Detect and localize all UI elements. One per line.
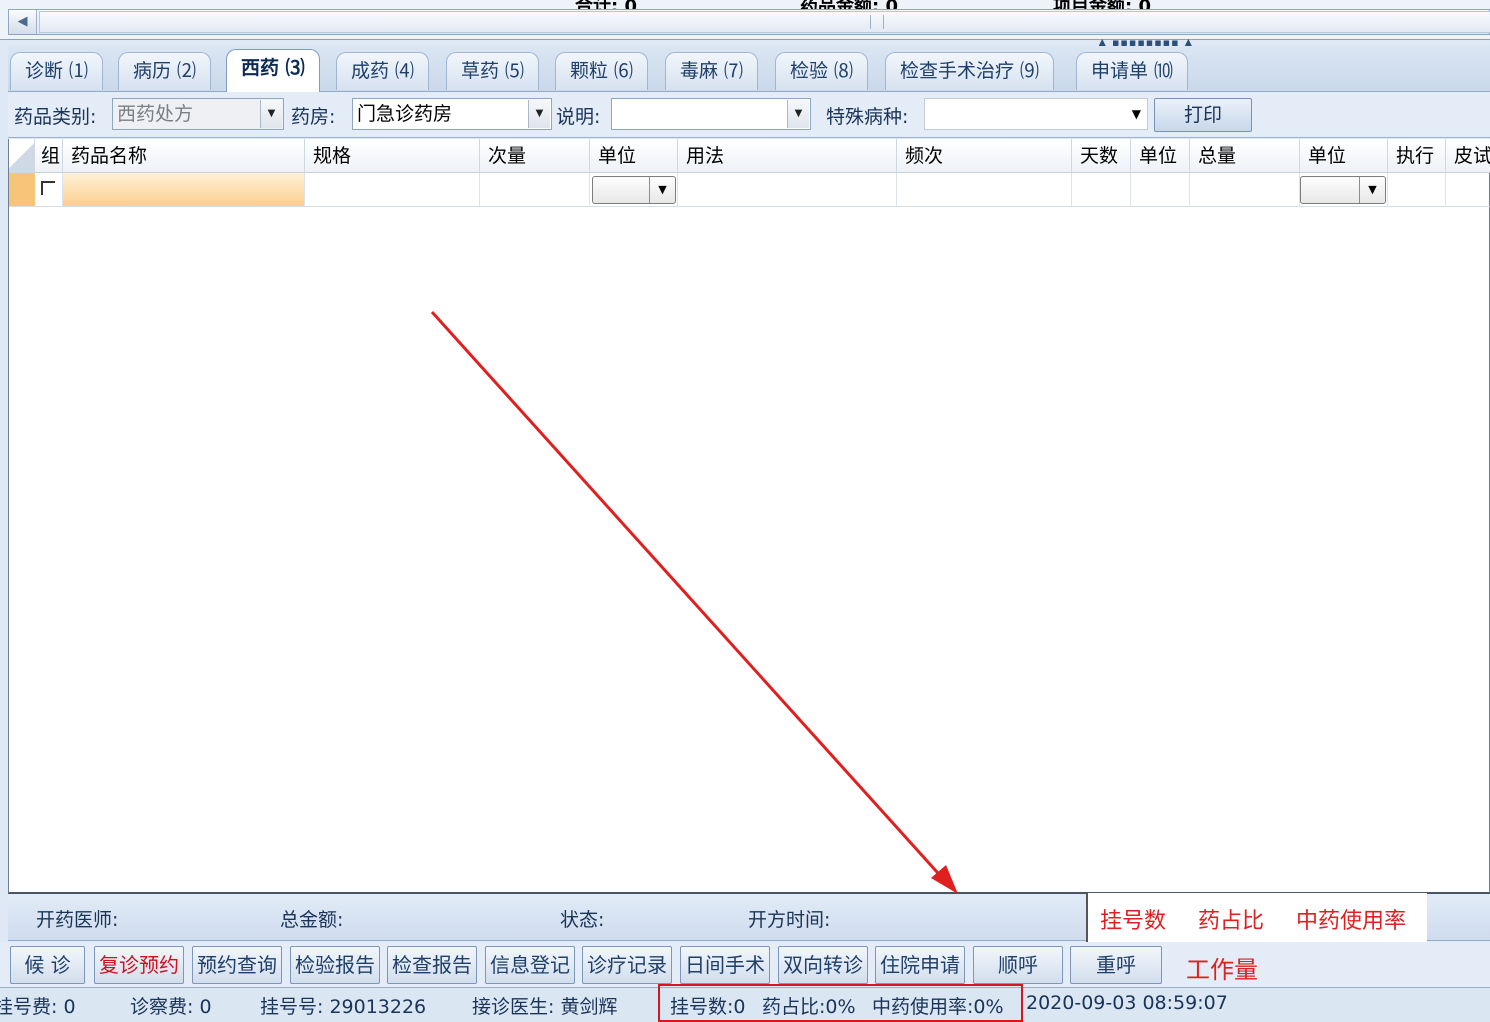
doctor-label: 开药医师: xyxy=(36,909,119,931)
col-unit-2[interactable]: 单位 xyxy=(1131,139,1190,173)
spec-cell[interactable] xyxy=(305,173,480,206)
recall-button[interactable]: 重呼 xyxy=(1070,946,1162,984)
day-surgery-button[interactable]: 日间手术 xyxy=(680,946,770,984)
scrollbar-thumb[interactable] xyxy=(39,11,1490,33)
status-reg-no: 挂号号: 29013226 xyxy=(260,996,427,1018)
status-exam-fee: 诊察费: 0 xyxy=(130,996,212,1018)
chevron-down-icon[interactable]: ▼ xyxy=(649,177,675,203)
col-execute[interactable]: 执行 xyxy=(1388,139,1446,173)
chevron-down-icon[interactable]: ▼ xyxy=(528,100,550,128)
treatment-record-button[interactable]: 诊疗记录 xyxy=(582,946,672,984)
horizontal-scrollbar[interactable]: ◀ xyxy=(8,9,1490,35)
tab-patent-medicine[interactable]: 成药 ⑷ xyxy=(336,52,430,90)
tab-medical-record[interactable]: 病历 ⑵ xyxy=(118,52,212,90)
pharmacy-select[interactable]: 门急诊药房 ▼ xyxy=(352,98,552,130)
appointment-query-button[interactable]: 预约查询 xyxy=(192,946,282,984)
total-cell[interactable] xyxy=(1190,173,1300,206)
waiting-button[interactable]: 候 诊 xyxy=(10,946,85,984)
annotation-tcm-rate: 中药使用率 xyxy=(1296,909,1407,934)
unit-2-cell[interactable] xyxy=(1131,173,1190,206)
annotation-note-box: 挂号数 药占比 中药使用率 xyxy=(1086,893,1427,943)
row-indicator xyxy=(9,173,35,206)
special-disease-select[interactable]: ▼ xyxy=(924,98,1148,130)
group-checkbox[interactable] xyxy=(35,173,63,206)
tab-lab-test[interactable]: 检验 ⑻ xyxy=(775,52,869,90)
prescribe-time-label: 开方时间: xyxy=(748,909,831,931)
col-total[interactable]: 总量 xyxy=(1190,139,1300,173)
table-row[interactable]: ▼ ▼ xyxy=(9,173,1490,207)
chevron-down-icon[interactable]: ▼ xyxy=(1132,99,1141,129)
lab-report-button[interactable]: 检验报告 xyxy=(290,946,380,984)
annotation-reg-count: 挂号数 xyxy=(1100,909,1167,934)
chevron-down-icon[interactable]: ▼ xyxy=(787,100,809,128)
tab-granules[interactable]: 颗粒 ⑹ xyxy=(555,52,649,90)
days-cell[interactable] xyxy=(1072,173,1131,206)
follow-up-appointment-button[interactable]: 复诊预约 xyxy=(94,946,184,984)
pharmacy-value: 门急诊药房 xyxy=(357,103,453,125)
unit-3-select[interactable]: ▼ xyxy=(1300,176,1386,204)
col-drug-name[interactable]: 药品名称 xyxy=(63,139,305,173)
print-button[interactable]: 打印 xyxy=(1154,98,1252,132)
unit-3-cell[interactable]: ▼ xyxy=(1300,173,1388,206)
note-label: 说明: xyxy=(556,106,601,128)
note-select[interactable]: ▼ xyxy=(611,98,811,130)
tab-diagnosis[interactable]: 诊断 ⑴ xyxy=(10,52,104,90)
summary-strip: 合计: 0 药品金额: 0 项目金额: 0 ◀ ▲ ▪▪▪▪▪▪▪▪ ▲ xyxy=(0,0,1490,49)
next-call-button[interactable]: 顺呼 xyxy=(973,946,1063,984)
execute-cell[interactable] xyxy=(1388,173,1446,206)
skin-test-cell[interactable] xyxy=(1446,173,1490,206)
prescription-toolbar: 药品类别: 西药处方 ▼ 药房: 门急诊药房 ▼ 说明: ▼ 特殊病种: ▼ 打… xyxy=(8,92,1490,138)
grip-icon xyxy=(870,15,884,29)
usage-cell[interactable] xyxy=(678,173,897,206)
drug-category-label: 药品类别: xyxy=(14,106,97,128)
action-button-bar: 候 诊 复诊预约 预约查询 检验报告 检查报告 信息登记 诊疗记录 日间手术 双… xyxy=(0,942,1490,988)
annotation-drug-ratio: 药占比 xyxy=(1198,909,1265,934)
drug-category-select[interactable]: 西药处方 ▼ xyxy=(112,98,284,130)
info-register-button[interactable]: 信息登记 xyxy=(485,946,575,984)
referral-button[interactable]: 双向转诊 xyxy=(778,946,868,984)
tab-western-medicine[interactable]: 西药 ⑶ xyxy=(226,49,320,92)
col-skin-test[interactable]: 皮试 xyxy=(1446,139,1490,173)
status-label: 状态: xyxy=(560,909,605,931)
col-unit[interactable]: 单位 xyxy=(590,139,678,173)
tab-herbal-medicine[interactable]: 草药 ⑸ xyxy=(446,52,540,90)
frequency-cell[interactable] xyxy=(897,173,1072,206)
col-unit-3[interactable]: 单位 xyxy=(1300,139,1388,173)
pharmacy-label: 药房: xyxy=(291,106,336,128)
grid-header: 组 药品名称 规格 次量 单位 用法 频次 天数 单位 总量 单位 执行 皮试 xyxy=(9,139,1490,173)
unit-select[interactable]: ▼ xyxy=(592,176,676,204)
select-all-corner[interactable] xyxy=(9,139,35,173)
checkbox-icon xyxy=(41,181,55,195)
drug-category-value: 西药处方 xyxy=(117,103,194,125)
special-disease-label: 特殊病种: xyxy=(826,106,909,128)
status-doctor: 接诊医生: 黄剑辉 xyxy=(472,996,618,1018)
tab-narcotics[interactable]: 毒麻 ⑺ xyxy=(665,52,759,90)
chevron-down-icon[interactable]: ▼ xyxy=(1359,177,1385,203)
total-amount-label: 总金额: xyxy=(280,909,344,931)
status-datetime: 2020-09-03 08:59:07 xyxy=(1026,992,1228,1014)
tab-application-form[interactable]: 申请单 ⑽ xyxy=(1076,52,1189,90)
col-spec[interactable]: 规格 xyxy=(305,139,480,173)
annotation-highlight-box xyxy=(658,984,1023,1022)
col-frequency[interactable]: 频次 xyxy=(897,139,1072,173)
scroll-left-arrow-icon[interactable]: ◀ xyxy=(9,10,37,34)
prescription-grid: 组 药品名称 规格 次量 单位 用法 频次 天数 单位 总量 单位 执行 皮试 … xyxy=(8,139,1490,894)
dose-cell[interactable] xyxy=(480,173,590,206)
col-usage[interactable]: 用法 xyxy=(678,139,897,173)
tab-exam-surgery[interactable]: 检查手术治疗 ⑼ xyxy=(885,52,1055,90)
exam-report-button[interactable]: 检查报告 xyxy=(387,946,477,984)
col-dose[interactable]: 次量 xyxy=(480,139,590,173)
drug-name-cell[interactable] xyxy=(63,173,305,206)
unit-cell[interactable]: ▼ xyxy=(590,173,678,206)
admission-request-button[interactable]: 住院申请 xyxy=(875,946,965,984)
tab-bar: 诊断 ⑴ 病历 ⑵ 西药 ⑶ 成药 ⑷ 草药 ⑸ 颗粒 ⑹ 毒麻 ⑺ 检验 ⑻ … xyxy=(8,46,1490,92)
chevron-down-icon[interactable]: ▼ xyxy=(260,100,282,128)
annotation-workload: 工作量 xyxy=(1186,956,1258,984)
col-days[interactable]: 天数 xyxy=(1072,139,1131,173)
status-reg-fee: 挂号费: 0 xyxy=(0,996,76,1018)
col-group[interactable]: 组 xyxy=(35,139,63,173)
